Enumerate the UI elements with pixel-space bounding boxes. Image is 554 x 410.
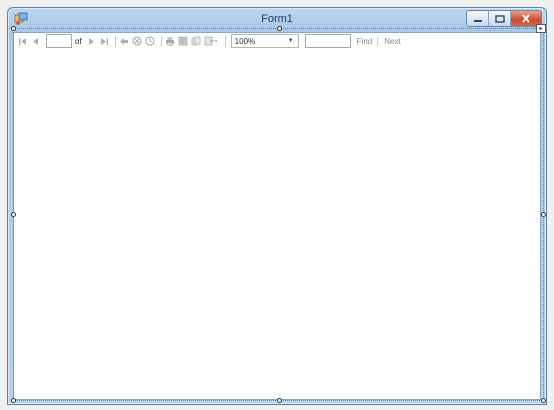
find-link[interactable]: Find bbox=[357, 37, 373, 46]
toolbar-separator bbox=[114, 35, 116, 47]
next-page-icon[interactable] bbox=[86, 35, 97, 47]
previous-page-icon[interactable] bbox=[30, 35, 41, 47]
last-page-icon[interactable] bbox=[99, 35, 110, 47]
designer-surface: Form1 of 100% ▼ Find Next ▸ bbox=[0, 0, 554, 410]
zoom-value: 100% bbox=[234, 36, 256, 46]
caption-buttons bbox=[466, 10, 542, 27]
print-layout-icon[interactable] bbox=[178, 35, 189, 47]
first-page-icon[interactable] bbox=[17, 35, 28, 47]
page-setup-icon[interactable] bbox=[191, 35, 202, 47]
close-icon bbox=[521, 11, 531, 26]
print-icon[interactable] bbox=[165, 35, 176, 47]
back-icon[interactable] bbox=[119, 35, 130, 47]
resize-handle-right[interactable] bbox=[541, 212, 546, 217]
maximize-button[interactable] bbox=[489, 11, 511, 26]
minimize-icon bbox=[473, 11, 483, 26]
toolbar-separator bbox=[377, 36, 379, 46]
resize-handle-top[interactable] bbox=[277, 26, 282, 31]
refresh-icon[interactable] bbox=[145, 35, 156, 47]
resize-handle-bottom-left[interactable] bbox=[11, 398, 16, 403]
smart-tag-glyph[interactable]: ▸ bbox=[536, 24, 546, 33]
maximize-icon bbox=[494, 11, 505, 26]
zoom-select[interactable]: 100% ▼ bbox=[230, 34, 299, 48]
page-count-label: of bbox=[75, 36, 82, 46]
chevron-down-icon[interactable]: ▼ bbox=[288, 38, 294, 44]
minimize-button[interactable] bbox=[467, 11, 489, 26]
resize-handle-left[interactable] bbox=[11, 212, 16, 217]
export-icon[interactable] bbox=[204, 35, 220, 47]
toolbar-separator bbox=[160, 35, 162, 47]
form-window[interactable]: Form1 of 100% ▼ Find Next bbox=[7, 7, 547, 405]
page-number-input[interactable] bbox=[46, 34, 72, 48]
find-text-input[interactable] bbox=[304, 34, 351, 48]
report-viewer-toolbar: of 100% ▼ Find Next bbox=[14, 33, 540, 49]
toolbar-separator bbox=[224, 35, 226, 47]
resize-handle-bottom-right[interactable] bbox=[541, 398, 546, 403]
find-next-link[interactable]: Next bbox=[384, 37, 400, 46]
stop-icon[interactable] bbox=[132, 35, 143, 47]
form-client-area: of 100% ▼ Find Next bbox=[13, 32, 541, 400]
resize-handle-bottom[interactable] bbox=[277, 398, 282, 403]
resize-handle-top-left[interactable] bbox=[11, 26, 16, 31]
